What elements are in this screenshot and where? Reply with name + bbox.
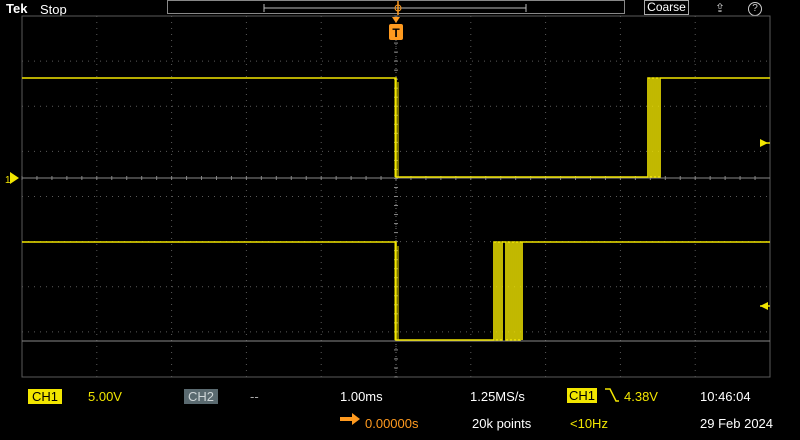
trigger-source-badge[interactable]: CH1 <box>567 388 598 403</box>
ch1-marker-label: 1 <box>5 175 11 186</box>
trigger-position-arrow-icon <box>340 413 360 425</box>
trigger-position-marker[interactable]: T <box>389 17 403 40</box>
trigger-level[interactable]: 4.38V <box>624 389 658 404</box>
trigger-label: T <box>392 26 400 40</box>
ch2-badge[interactable]: CH2 <box>184 389 219 404</box>
clock-time: 10:46:04 <box>700 389 751 404</box>
trigger-frequency: <10Hz <box>570 416 608 431</box>
trigger-position[interactable]: 0.00000s <box>365 416 419 431</box>
ch1-scale[interactable]: 5.00V <box>88 389 122 404</box>
record-length: 20k points <box>472 416 532 431</box>
ch2-scale: -- <box>250 389 259 404</box>
waveform-display[interactable]: T 1 <box>0 0 800 380</box>
ch1-badge[interactable]: CH1 <box>28 389 63 404</box>
ch1-ground-marker[interactable]: 1 <box>5 172 19 186</box>
falling-edge-icon <box>605 388 619 402</box>
status-bar: CH1 5.00V CH2 -- 1.00ms 1.25MS/s CH1 4.3… <box>0 380 800 440</box>
horizontal-scale[interactable]: 1.00ms <box>340 389 383 404</box>
date: 29 Feb 2024 <box>700 416 774 431</box>
sample-rate: 1.25MS/s <box>470 389 525 404</box>
